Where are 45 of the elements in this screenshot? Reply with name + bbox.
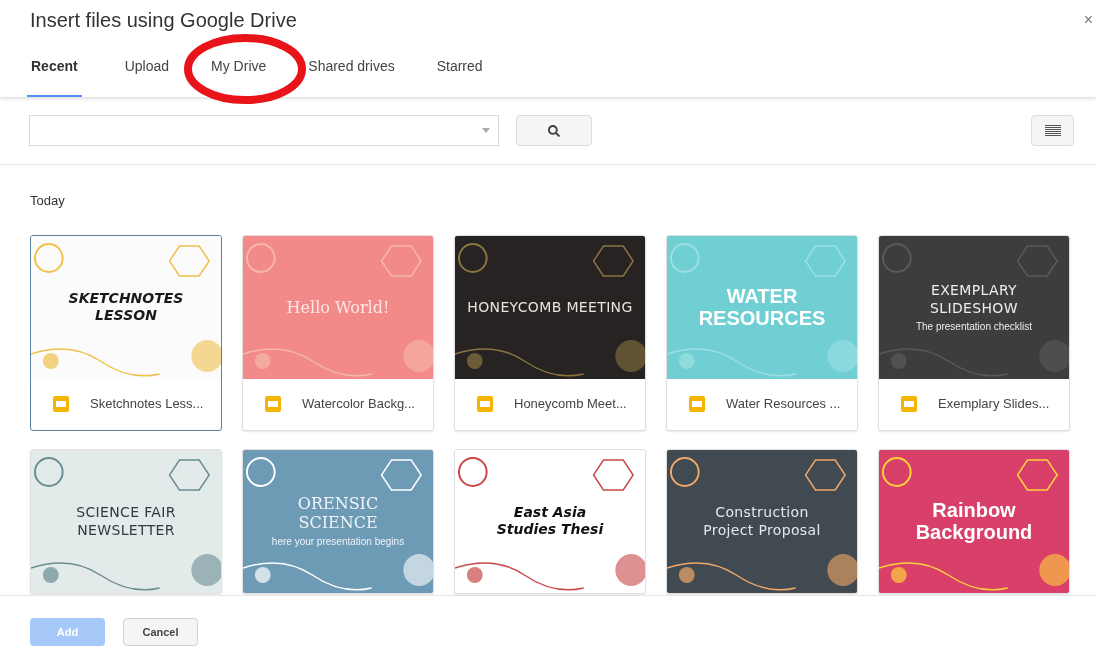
slide-title: Construction Project Proposal — [703, 503, 821, 539]
slide-title: East Asia Studies Thesi — [496, 504, 604, 538]
slide-title: SCIENCE FAIR NEWSLETTER — [76, 503, 176, 539]
slide-subtitle: The presentation checklist — [915, 321, 1033, 333]
file-card[interactable]: Rainbow Background — [878, 448, 1070, 594]
search-icon — [548, 124, 560, 137]
tab[interactable]: Starred — [417, 47, 502, 97]
slide-subtitle: here your presentation begins — [271, 536, 405, 548]
file-card[interactable]: WATER RESOURCES Water Resources ... — [666, 234, 858, 431]
search-field[interactable] — [29, 115, 499, 146]
slides-file-icon — [53, 396, 69, 412]
search-button[interactable] — [516, 115, 592, 146]
tab[interactable]: Shared drives — [289, 47, 414, 97]
list-icon — [1044, 125, 1061, 136]
cancel-button[interactable]: Cancel — [123, 618, 198, 646]
slide-title: ORENSIC SCIENCE — [297, 494, 379, 532]
close-button[interactable]: × — [1083, 8, 1093, 32]
slides-file-icon — [477, 396, 493, 412]
slide-title: SKETCHNOTES LESSON — [68, 290, 184, 324]
slides-file-icon — [689, 396, 705, 412]
file-card[interactable]: Construction Project Proposal — [666, 448, 858, 594]
file-card[interactable]: SKETCHNOTES LESSON Sketchnotes Less... — [30, 234, 222, 431]
slide-title: Hello World! — [286, 297, 390, 317]
slide-title: WATER RESOURCES — [698, 285, 826, 329]
tab[interactable]: Upload — [105, 47, 189, 97]
file-card[interactable]: HONEYCOMB MEETING Honeycomb Meet... — [454, 234, 646, 431]
slides-file-icon — [265, 396, 281, 412]
file-card[interactable]: Hello World! Watercolor Backg... — [242, 234, 434, 431]
file-name: Honeycomb Meet... — [514, 395, 627, 414]
slide-title: Rainbow Background — [915, 499, 1033, 543]
slide-title: EXEMPLARY SLIDESHOW — [930, 281, 1018, 317]
file-card[interactable]: SCIENCE FAIR NEWSLETTER — [30, 448, 222, 594]
list-view-button[interactable] — [1031, 115, 1074, 146]
file-name: Watercolor Backg... — [302, 395, 415, 414]
file-name: Water Resources ... — [726, 395, 841, 414]
tab[interactable]: Recent — [27, 47, 82, 97]
file-name: Exemplary Slides... — [938, 395, 1050, 414]
file-card[interactable]: EXEMPLARY SLIDESHOW The presentation checklist Exemplary Slides... — [878, 234, 1070, 431]
dropdown-caret-icon — [482, 128, 490, 133]
slide-title: HONEYCOMB MEETING — [467, 298, 633, 316]
file-name: Sketchnotes Less... — [90, 395, 204, 414]
slides-file-icon — [901, 396, 917, 412]
dialog-title: Insert files using Google Drive — [30, 8, 297, 33]
section-heading: Today — [30, 192, 66, 210]
file-card[interactable]: East Asia Studies Thesi — [454, 448, 646, 594]
